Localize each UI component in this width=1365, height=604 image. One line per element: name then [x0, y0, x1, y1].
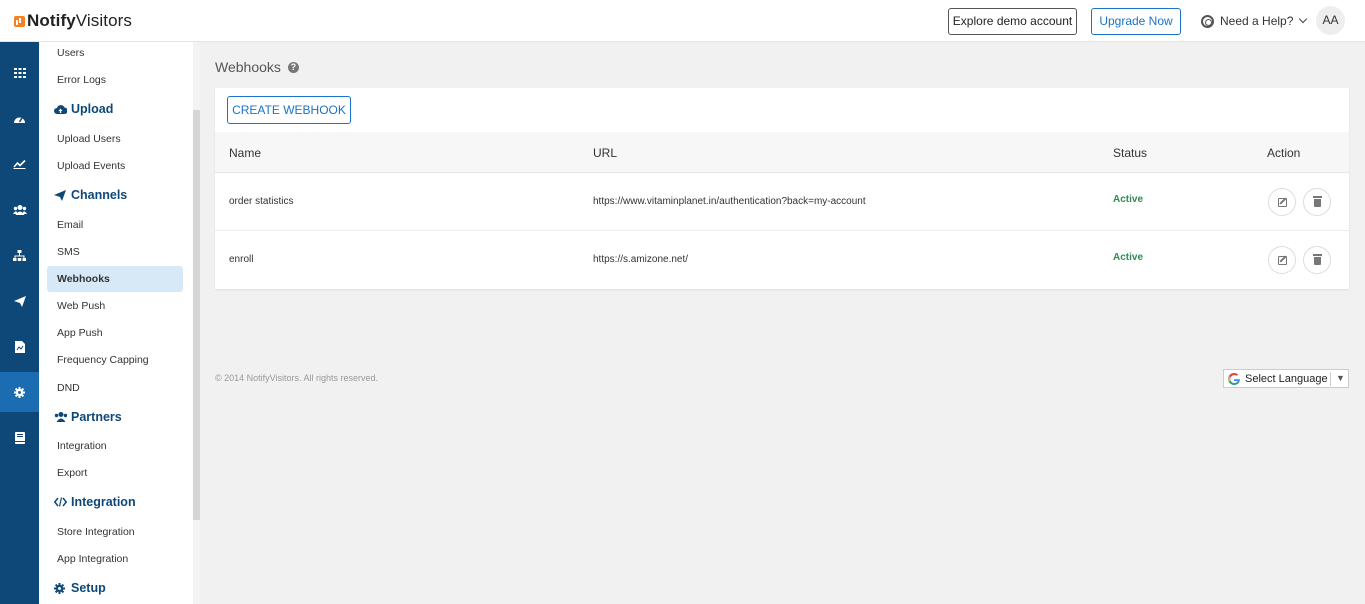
report-icon	[14, 341, 25, 353]
create-webhook-button[interactable]: CREATE WEBHOOK	[227, 96, 351, 124]
trash-icon	[1312, 196, 1322, 207]
language-select[interactable]: Select Language ▼	[1223, 369, 1349, 388]
language-divider	[1330, 372, 1331, 386]
submenu-item-frequency-capping[interactable]: Frequency Capping	[57, 354, 149, 366]
row-name: order statistics	[229, 196, 294, 207]
submenu-item-app-integration[interactable]: App Integration	[57, 553, 128, 565]
brand-name: NotifyVisitors	[27, 11, 132, 30]
submenu-item-dnd[interactable]: DND	[57, 382, 80, 394]
dropdown-arrow-icon: ▼	[1336, 373, 1345, 383]
delete-button[interactable]	[1303, 188, 1331, 216]
help-menu[interactable]: Need a Help?	[1201, 14, 1308, 28]
settings-submenu	[39, 42, 193, 604]
avatar[interactable]: AA	[1316, 6, 1345, 35]
submenu-item-webhooks[interactable]: Webhooks	[57, 273, 110, 285]
submenu-item-web-push[interactable]: Web Push	[57, 300, 105, 312]
submenu-item-upload-users[interactable]: Upload Users	[57, 133, 121, 145]
top-header: NotifyVisitors Explore demo account Upgr…	[0, 0, 1365, 42]
submenu-item-app-push[interactable]: App Push	[57, 327, 103, 339]
rail-analytics[interactable]	[0, 144, 39, 184]
row-url: https://www.vitaminplanet.in/authenticat…	[593, 196, 866, 207]
dashboard-icon	[14, 117, 25, 123]
book-icon	[14, 432, 25, 444]
column-header-url: URL	[593, 146, 618, 160]
send-icon	[54, 189, 66, 201]
submenu-heading-setup: Setup	[54, 581, 106, 595]
chevron-down-icon	[1299, 14, 1308, 24]
delete-button[interactable]	[1303, 246, 1331, 274]
submenu-item-users[interactable]: Users	[57, 47, 84, 59]
settings-icon	[14, 386, 25, 398]
webhooks-card: CREATE WEBHOOK Name URL Status Action or…	[215, 88, 1349, 289]
submenu-item-upload-events[interactable]: Upload Events	[57, 160, 125, 172]
column-header-status: Status	[1113, 146, 1148, 160]
upgrade-now-button[interactable]: Upgrade Now	[1091, 8, 1181, 35]
help-question-icon[interactable]: ?	[287, 61, 299, 73]
submenu-heading-partners: Partners	[54, 410, 122, 424]
rail-sitemap[interactable]	[0, 235, 39, 275]
google-icon	[1228, 372, 1240, 385]
lifebuoy-icon	[1201, 14, 1214, 28]
icon-rail	[0, 42, 39, 604]
rail-campaigns[interactable]	[0, 281, 39, 321]
gear-icon	[54, 582, 65, 594]
column-header-name: Name	[229, 146, 262, 160]
code-icon	[54, 497, 67, 507]
table-row: enroll https://s.amizone.net/ Active	[215, 231, 1349, 289]
users-icon	[12, 205, 27, 215]
language-label: Select Language	[1245, 372, 1328, 385]
submenu-item-export[interactable]: Export	[57, 467, 87, 479]
explore-demo-button[interactable]: Explore demo account	[948, 8, 1077, 35]
rail-docs[interactable]	[0, 418, 39, 458]
sitemap-icon	[13, 249, 26, 261]
brand-logo[interactable]: NotifyVisitors	[14, 11, 132, 31]
edit-button[interactable]	[1268, 246, 1296, 274]
footer-copyright: © 2014 NotifyVisitors. All rights reserv…	[215, 373, 379, 383]
rail-users[interactable]	[0, 190, 39, 230]
cloud-upload-icon	[54, 105, 67, 114]
rail-grid[interactable]	[0, 53, 39, 93]
grid-icon	[13, 68, 26, 78]
submenu-scroll-thumb[interactable]	[193, 110, 200, 520]
trash-icon	[1312, 254, 1322, 265]
rail-dashboard[interactable]	[0, 99, 39, 139]
logo-mark-icon	[14, 15, 25, 27]
submenu-item-error-logs[interactable]: Error Logs	[57, 74, 106, 86]
status-badge: Active	[1113, 194, 1144, 205]
submenu-heading-integration: Integration	[54, 495, 136, 509]
table-row: order statistics https://www.vitaminplan…	[215, 173, 1349, 231]
submenu-item-email[interactable]: Email	[57, 219, 83, 231]
submenu-heading-channels: Channels	[54, 188, 127, 202]
analytics-icon	[13, 159, 26, 169]
submenu-item-sms[interactable]: SMS	[57, 246, 80, 258]
users-icon	[54, 412, 67, 422]
rail-reports[interactable]	[0, 327, 39, 367]
submenu-heading-upload: Upload	[54, 102, 113, 116]
submenu-item-integration[interactable]: Integration	[57, 440, 107, 452]
rail-settings[interactable]	[0, 372, 39, 412]
submenu-item-store-integration[interactable]: Store Integration	[57, 526, 135, 538]
page-title: Webhooks ?	[215, 59, 299, 75]
table-header: Name URL Status Action	[215, 132, 1349, 173]
column-header-action: Action	[1267, 146, 1301, 160]
row-name: enroll	[229, 254, 254, 265]
edit-icon	[1277, 197, 1287, 207]
send-icon	[13, 295, 26, 307]
edit-icon	[1277, 255, 1287, 265]
status-badge: Active	[1113, 252, 1144, 263]
help-label: Need a Help?	[1220, 14, 1294, 28]
row-url: https://s.amizone.net/	[593, 254, 689, 265]
edit-button[interactable]	[1268, 188, 1296, 216]
